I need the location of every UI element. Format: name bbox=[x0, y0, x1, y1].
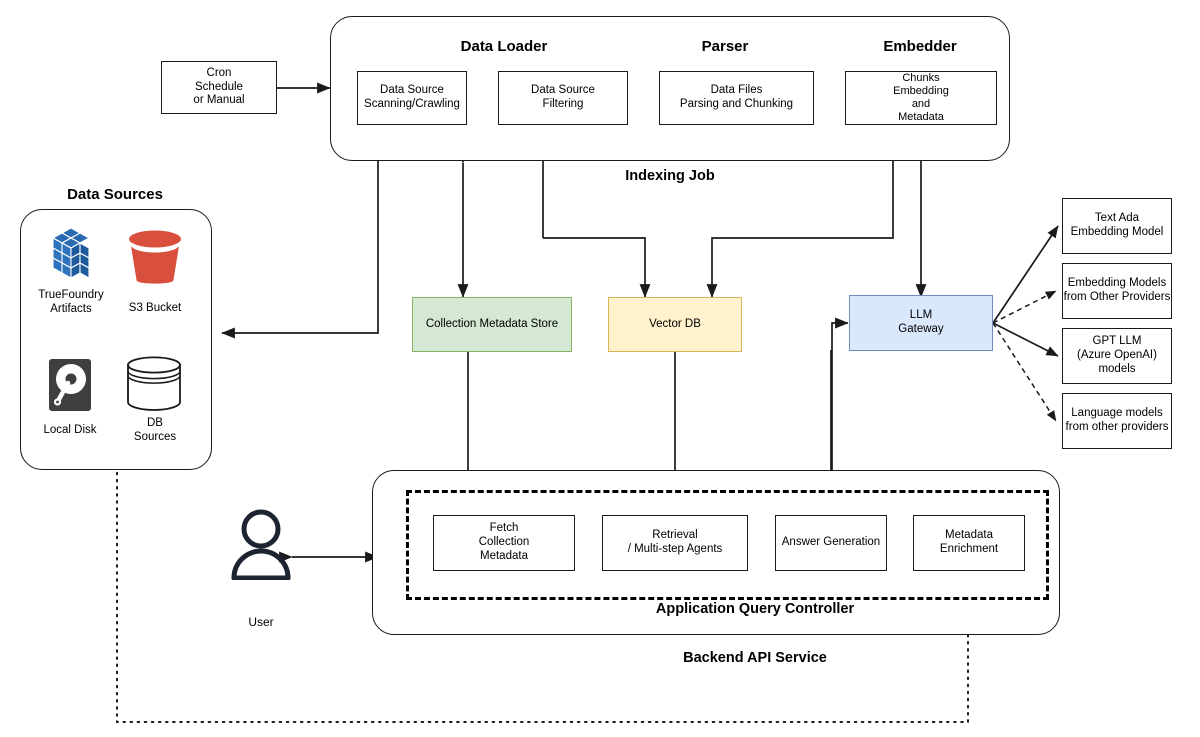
data-source-label-s3: S3 Bucket bbox=[128, 302, 182, 314]
data-source-label-local-disk: Local Disk bbox=[43, 424, 97, 436]
database-cylinder-icon bbox=[124, 356, 184, 412]
wire-gateway-to-other-language bbox=[992, 322, 1057, 422]
wire-to-vectordb-left bbox=[543, 237, 651, 298]
backend-api-service-title: Backend API Service bbox=[683, 650, 827, 666]
model-box-gpt-llm[interactable]: GPT LLM (Azure OpenAI) models bbox=[1062, 328, 1172, 384]
indexing-job-title: Indexing Job bbox=[625, 168, 715, 184]
hard-disk-icon bbox=[46, 357, 94, 413]
data-sources-title: Data Sources bbox=[67, 186, 163, 203]
architecture-diagram: Cron Schedule or Manual Indexing Job Dat… bbox=[0, 0, 1200, 737]
step-retrieval-multi-step-agents[interactable]: Retrieval / Multi-step Agents bbox=[602, 515, 748, 571]
step-metadata-enrichment[interactable]: Metadata Enrichment bbox=[913, 515, 1025, 571]
stage-title-embedder: Embedder bbox=[883, 38, 957, 55]
application-query-controller-title: Application Query Controller bbox=[655, 601, 855, 617]
cube-icon bbox=[44, 226, 98, 282]
model-box-other-embedding[interactable]: Embedding Models from Other Providers bbox=[1062, 263, 1172, 319]
step-answer-generation[interactable]: Answer Generation bbox=[775, 515, 887, 571]
store-llm-gateway[interactable]: LLM Gateway bbox=[849, 295, 993, 351]
bucket-icon bbox=[124, 228, 186, 284]
wire-gateway-to-gpt-llm bbox=[992, 322, 1059, 357]
model-box-text-ada[interactable]: Text Ada Embedding Model bbox=[1062, 198, 1172, 254]
stage-title-parser: Parser bbox=[701, 38, 749, 55]
stage-title-data-loader: Data Loader bbox=[460, 38, 548, 55]
data-source-label-db-sources: DB Sources bbox=[133, 417, 177, 443]
wire-gateway-to-other-embedding bbox=[992, 290, 1057, 324]
cron-schedule-box[interactable]: Cron Schedule or Manual bbox=[161, 61, 277, 114]
box-data-source-scanning[interactable]: Data Source Scanning/Crawling bbox=[357, 71, 467, 125]
model-box-other-language[interactable]: Language models from other providers bbox=[1062, 393, 1172, 449]
data-source-label-truefoundry: TrueFoundry Artifacts bbox=[38, 289, 104, 315]
user-icon bbox=[230, 508, 292, 581]
box-data-files-parsing[interactable]: Data Files Parsing and Chunking bbox=[659, 71, 814, 125]
step-fetch-collection-metadata[interactable]: Fetch Collection Metadata bbox=[433, 515, 575, 571]
store-collection-metadata[interactable]: Collection Metadata Store bbox=[412, 297, 572, 352]
box-data-source-filtering[interactable]: Data Source Filtering bbox=[498, 71, 628, 125]
wire-gateway-to-text-ada bbox=[992, 225, 1059, 324]
user-label: User bbox=[248, 615, 274, 629]
store-vector-db[interactable]: Vector DB bbox=[608, 297, 742, 352]
box-chunks-embedding-metadata[interactable]: Chunks Embedding and Metadata bbox=[845, 71, 997, 125]
